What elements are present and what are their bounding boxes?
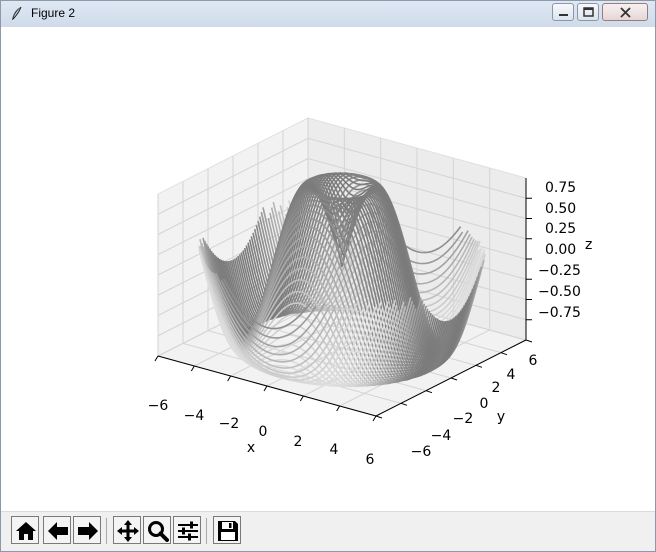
y-tick-label: 2 bbox=[492, 380, 501, 396]
title-bar[interactable]: Figure 2 bbox=[1, 1, 655, 28]
x-tick-label: 0 bbox=[259, 424, 268, 440]
sliders-icon bbox=[178, 521, 198, 541]
maximize-button[interactable] bbox=[577, 3, 599, 21]
x-tick-mark bbox=[227, 375, 232, 382]
y-tick-mark bbox=[425, 390, 433, 394]
navigation-toolbar bbox=[1, 511, 655, 551]
x-tick-label: 4 bbox=[330, 442, 339, 458]
magnifier-icon bbox=[148, 521, 169, 542]
floppy-disk-icon bbox=[218, 521, 238, 541]
minimize-button[interactable] bbox=[552, 3, 574, 21]
z-axis-label: z bbox=[585, 237, 592, 253]
maximize-icon bbox=[583, 7, 594, 17]
y-tick-label: 4 bbox=[507, 367, 516, 383]
z-tick-label: −0.50 bbox=[538, 284, 581, 300]
x-axis-label: x bbox=[247, 440, 255, 456]
y-tick-label: −6 bbox=[411, 444, 432, 460]
home-button[interactable] bbox=[11, 516, 39, 544]
y-tick-label: 6 bbox=[529, 353, 538, 369]
toolbar-separator bbox=[106, 518, 107, 544]
y-tick-label: −4 bbox=[431, 428, 452, 444]
x-tick-mark bbox=[372, 415, 377, 422]
z-tick-label: 0.00 bbox=[545, 242, 576, 258]
axes-3d: −6 −4 −2 0 2 4 6 x −6 −4 −2 0 2 4 6 y 0.… bbox=[148, 117, 592, 468]
y-tick-mark bbox=[475, 364, 483, 368]
z-tick-label: 0.50 bbox=[545, 201, 576, 217]
y-tick-mark bbox=[375, 415, 383, 419]
x-tick-mark bbox=[299, 395, 304, 402]
back-button[interactable] bbox=[43, 516, 71, 544]
z-tick-label: 0.25 bbox=[545, 221, 576, 237]
arrow-right-icon bbox=[78, 522, 98, 540]
close-button[interactable] bbox=[602, 3, 648, 21]
pan-button[interactable] bbox=[113, 516, 141, 544]
x-tick-label: −6 bbox=[148, 398, 169, 414]
figure-window: Figure 2 −6 −4 −2 0 2 4 6 x −6 −4 −2 0 2… bbox=[0, 0, 656, 552]
y-tick-mark bbox=[450, 377, 458, 381]
save-button[interactable] bbox=[213, 516, 241, 544]
y-tick-label: −2 bbox=[453, 411, 474, 427]
x-tick-mark bbox=[190, 365, 195, 372]
close-icon bbox=[620, 7, 631, 18]
figure-canvas[interactable]: −6 −4 −2 0 2 4 6 x −6 −4 −2 0 2 4 6 y 0.… bbox=[1, 27, 655, 511]
x-tick-label: −2 bbox=[219, 416, 240, 432]
x-tick-mark bbox=[336, 405, 341, 412]
x-tick-mark bbox=[263, 385, 268, 392]
minimize-icon bbox=[559, 14, 568, 16]
home-icon bbox=[16, 522, 36, 540]
y-tick-mark bbox=[500, 352, 508, 356]
z-tick-label: −0.75 bbox=[538, 305, 581, 321]
feather-icon bbox=[12, 6, 22, 20]
forward-button[interactable] bbox=[73, 516, 101, 544]
z-tick-labels: 0.75 0.50 0.25 0.00 −0.25 −0.50 −0.75 z bbox=[538, 180, 592, 321]
y-tick-label: 0 bbox=[480, 396, 489, 412]
y-tick-mark bbox=[400, 402, 408, 406]
move-icon bbox=[117, 520, 139, 542]
y-tick-mark bbox=[525, 339, 533, 343]
z-tick-label: −0.25 bbox=[538, 263, 581, 279]
window-title: Figure 2 bbox=[31, 6, 76, 20]
x-tick-label: 6 bbox=[366, 452, 375, 468]
arrow-left-icon bbox=[48, 522, 68, 540]
y-axis-label: y bbox=[497, 409, 505, 425]
x-tick-label: 2 bbox=[294, 434, 303, 450]
toolbar-separator bbox=[206, 518, 207, 544]
x-tick-labels: −6 −4 −2 0 2 4 6 x bbox=[148, 398, 375, 468]
configure-subplots-button[interactable] bbox=[173, 516, 201, 544]
x-tick-label: −4 bbox=[184, 408, 205, 424]
z-tick-label: 0.75 bbox=[545, 180, 576, 196]
zoom-button[interactable] bbox=[143, 516, 171, 544]
x-tick-mark bbox=[154, 355, 159, 362]
